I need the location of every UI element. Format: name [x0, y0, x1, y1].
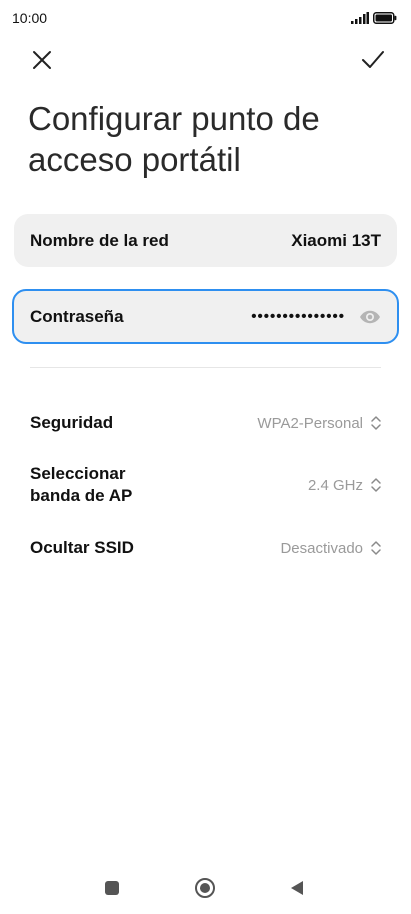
- status-icons: [351, 11, 397, 29]
- recent-apps-icon: [105, 880, 119, 900]
- page-title: Configurar punto de acceso portátil: [28, 100, 320, 178]
- updown-chevron-icon: [369, 476, 383, 494]
- ap-band-setting[interactable]: Seleccionar banda de AP 2.4 GHz: [30, 462, 383, 508]
- battery-icon: [373, 11, 397, 29]
- home-button[interactable]: [191, 876, 219, 904]
- password-field[interactable]: Contraseña •••••••••••••••: [12, 289, 399, 344]
- hide-ssid-value: Desactivado: [280, 539, 363, 557]
- network-name-value: Xiaomi 13T: [291, 230, 381, 250]
- security-setting[interactable]: Seguridad WPA2-Personal: [30, 411, 383, 435]
- close-icon: [32, 50, 52, 75]
- status-bar: 10:00: [0, 0, 411, 36]
- ap-band-label: Seleccionar banda de AP: [30, 464, 133, 505]
- updown-chevron-icon: [369, 539, 383, 557]
- home-icon: [194, 877, 216, 904]
- eye-icon[interactable]: [359, 310, 381, 324]
- network-name-field[interactable]: Nombre de la red Xiaomi 13T: [14, 214, 397, 267]
- back-icon: [289, 880, 305, 901]
- security-value: WPA2-Personal: [257, 414, 363, 432]
- navigation-bar: [0, 866, 411, 914]
- check-icon: [361, 50, 385, 75]
- confirm-button[interactable]: [351, 40, 395, 84]
- password-label: Contraseña: [30, 306, 124, 326]
- hide-ssid-label: Ocultar SSID: [30, 538, 134, 557]
- hide-ssid-setting[interactable]: Ocultar SSID Desactivado: [30, 536, 383, 560]
- password-value: •••••••••••••••: [251, 308, 345, 325]
- network-name-label: Nombre de la red: [30, 230, 169, 250]
- status-time: 10:00: [12, 10, 48, 26]
- ap-band-value: 2.4 GHz: [307, 476, 363, 494]
- top-bar: [0, 40, 411, 84]
- close-button[interactable]: [20, 40, 64, 84]
- divider: [30, 367, 381, 368]
- updown-chevron-icon: [369, 414, 383, 432]
- back-button[interactable]: [283, 876, 311, 904]
- signal-icon: [351, 11, 369, 29]
- recent-apps-button[interactable]: [98, 876, 126, 904]
- security-label: Seguridad: [30, 413, 114, 432]
